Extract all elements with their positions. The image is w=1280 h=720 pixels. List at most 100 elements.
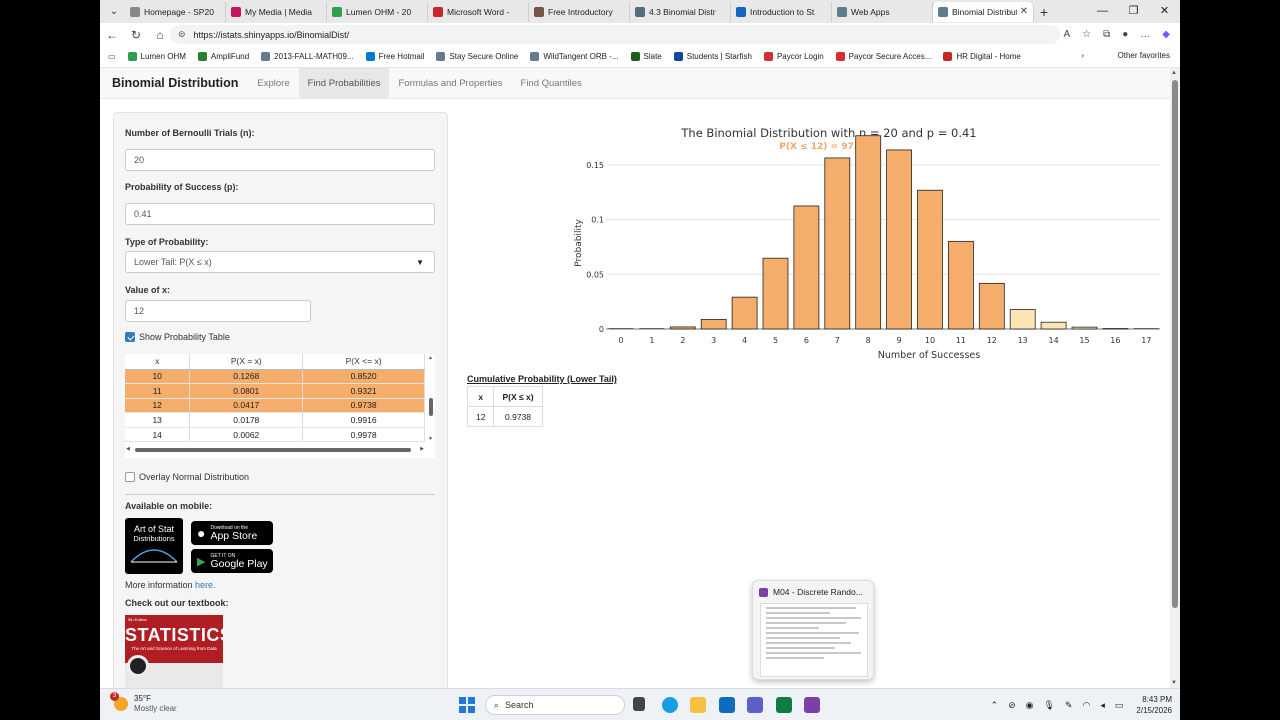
chart-bar[interactable] xyxy=(824,157,851,330)
table-scroll-right-icon[interactable]: ▶ xyxy=(420,446,424,452)
read-aloud-icon[interactable]: A xyxy=(1063,29,1070,40)
textbook-cover[interactable]: 5th Edition STATISTICS The Art and Scien… xyxy=(125,615,223,691)
checkbox-checked-icon[interactable] xyxy=(125,332,135,342)
onenote-preview-popup[interactable]: M04 - Discrete Rando... xyxy=(752,580,874,680)
chart-bar[interactable] xyxy=(669,326,696,330)
new-tab-button[interactable]: + xyxy=(1034,4,1054,20)
favorite-link[interactable]: 2013-FALL-MATH09... xyxy=(261,52,354,61)
start-windows-icon[interactable] xyxy=(459,697,475,713)
table-scroll-left-icon[interactable]: ◀ xyxy=(126,446,130,452)
task-view-icon[interactable] xyxy=(633,697,645,711)
checkbox-unchecked-icon[interactable] xyxy=(125,472,135,482)
scroll-up-icon[interactable]: ▲ xyxy=(1171,70,1177,76)
tab-close-icon[interactable]: ✕ xyxy=(1020,6,1028,17)
tray-meet-icon[interactable]: ◉ xyxy=(1026,700,1034,711)
page-scrollbar[interactable]: ▲ ▼ xyxy=(1170,68,1180,688)
refresh-icon[interactable]: ↻ xyxy=(124,28,148,42)
favorite-link[interactable]: Free Hotmail xyxy=(365,52,424,61)
site-info-icon[interactable]: ⊜ xyxy=(178,29,186,40)
tab-find-quantiles[interactable]: Find Quantiles xyxy=(512,68,591,99)
favorites-overflow-icon[interactable]: › xyxy=(1081,51,1084,60)
art-of-stat-logo[interactable]: Art of Stat Distributions xyxy=(125,518,183,574)
browser-tab[interactable]: Web Apps xyxy=(832,1,933,22)
chart-bar[interactable] xyxy=(1040,321,1067,330)
browser-tab[interactable]: 4.3 Binomial Distr xyxy=(630,1,731,22)
teams-icon[interactable] xyxy=(747,697,763,713)
tab-explore[interactable]: Explore xyxy=(248,68,298,99)
restore-icon[interactable]: ❐ xyxy=(1118,0,1149,22)
chart-bar[interactable] xyxy=(855,135,882,330)
tray-mic-icon[interactable]: 🎙 xyxy=(1044,700,1055,711)
edge-icon[interactable] xyxy=(662,697,678,713)
tray-wifi-icon[interactable]: ◠ xyxy=(1083,700,1091,711)
profile-avatar-icon[interactable]: ● xyxy=(1122,29,1128,40)
more-info-link[interactable]: here. xyxy=(195,580,216,590)
copilot-icon[interactable]: ◆ xyxy=(1162,29,1170,40)
favorite-link[interactable]: Slate xyxy=(630,52,662,61)
tab-formulas-properties[interactable]: Formulas and Properties xyxy=(389,68,511,99)
x-input[interactable]: 12 xyxy=(125,300,311,322)
chart-bar[interactable] xyxy=(1071,326,1098,330)
n-input[interactable]: 20 xyxy=(125,149,435,171)
tray-volume-icon[interactable]: ◂ xyxy=(1100,700,1105,711)
more-menu-icon[interactable]: … xyxy=(1140,29,1150,40)
favorite-link[interactable]: Students | Starfish xyxy=(673,52,752,61)
collections-icon[interactable]: ⧉ xyxy=(1103,29,1110,40)
favorite-link[interactable]: Paycor Secure Acces... xyxy=(835,52,931,61)
chart-bar[interactable] xyxy=(917,189,943,330)
taskbar-search[interactable]: ⌕ Search xyxy=(485,695,625,715)
table-scroll-up-icon[interactable]: ▲ xyxy=(428,355,433,361)
table-scroll-thumb[interactable] xyxy=(429,398,433,416)
tab-find-probabilities[interactable]: Find Probabilities xyxy=(298,67,390,99)
other-favorites[interactable]: Other favorites xyxy=(1118,51,1170,60)
app-store-badge[interactable]: ● Download on the App Store xyxy=(191,521,273,545)
col-header-cdf[interactable]: P(X <= x) xyxy=(302,354,425,370)
show-table-checkbox[interactable]: Show Probability Table xyxy=(125,332,230,342)
table-horizontal-scrollbar[interactable]: ◀ ▶ xyxy=(125,446,425,454)
favorite-link[interactable]: HR Digital - Home xyxy=(943,52,1021,61)
probability-type-select[interactable]: Lower Tail: P(X ≤ x) ▼ xyxy=(125,251,435,273)
browser-tab[interactable]: Lumen OHM - 20 xyxy=(327,1,428,22)
chart-bar[interactable] xyxy=(793,205,820,330)
col-header-pmf[interactable]: P(X = x) xyxy=(189,354,304,370)
tray-network-off-icon[interactable]: ⊘ xyxy=(1008,700,1016,711)
excel-icon[interactable] xyxy=(776,697,792,713)
p-input[interactable]: 0.41 xyxy=(125,203,435,225)
onenote-taskbar-icon[interactable] xyxy=(804,697,820,713)
col-header-x[interactable]: x xyxy=(125,354,191,370)
chart-bar[interactable] xyxy=(762,257,789,330)
browser-tab[interactable]: Microsoft Word - xyxy=(428,1,529,22)
tray-battery-icon[interactable]: ▭ xyxy=(1115,700,1124,711)
chart-bar[interactable] xyxy=(947,240,974,330)
browser-tab[interactable]: My Media | Media xyxy=(226,1,327,22)
favorite-star-icon[interactable]: ☆ xyxy=(1082,29,1091,40)
favorite-link[interactable]: Paycor Login xyxy=(763,52,824,61)
table-hscroll-thumb[interactable] xyxy=(135,448,411,452)
outlook-icon[interactable] xyxy=(719,697,735,713)
page-scroll-thumb[interactable] xyxy=(1172,80,1178,608)
google-play-badge[interactable]: ▶ GET IT ON Google Play xyxy=(191,549,273,573)
favorite-link[interactable]: WildTangent ORB -... xyxy=(530,52,619,61)
favorite-link[interactable]: AmpliFund xyxy=(197,52,249,61)
chart-bar[interactable] xyxy=(978,282,1005,330)
chart-bar[interactable] xyxy=(700,318,727,330)
table-scroll-down-icon[interactable]: ▼ xyxy=(428,436,433,442)
chart-bar[interactable] xyxy=(731,296,758,330)
browser-tab[interactable]: Homepage - SP20 xyxy=(125,1,226,22)
favorite-link[interactable]: Stay Secure Online xyxy=(436,52,518,61)
chart-bar[interactable] xyxy=(1009,309,1036,330)
taskbar-clock[interactable]: 8:43 PM 2/15/2026 xyxy=(1136,694,1172,716)
browser-tab[interactable]: Introduction to St xyxy=(731,1,832,22)
scroll-down-icon[interactable]: ▼ xyxy=(1171,680,1177,686)
browser-tab[interactable]: Binomial Distribut ✕ xyxy=(933,1,1034,22)
chart-bar[interactable] xyxy=(886,149,913,330)
overlay-normal-checkbox[interactable]: Overlay Normal Distribution xyxy=(125,472,249,482)
home-icon[interactable]: ⌂ xyxy=(148,28,172,42)
minimize-icon[interactable]: — xyxy=(1087,0,1118,22)
back-icon[interactable]: ← xyxy=(100,28,124,42)
table-vertical-scrollbar[interactable]: ▲ ▼ xyxy=(427,354,435,444)
file-explorer-icon[interactable] xyxy=(690,697,706,713)
close-window-icon[interactable]: ✕ xyxy=(1149,0,1180,22)
browser-tab[interactable]: Free Introductory xyxy=(529,1,630,22)
weather-widget[interactable]: 3 35°F Mostly clear xyxy=(110,692,177,714)
